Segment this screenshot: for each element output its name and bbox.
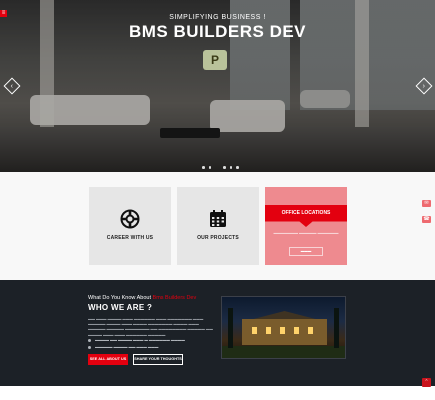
chevron-left-icon: ‹ — [10, 82, 14, 90]
office-locations-button[interactable]: ▬▬▬ — [289, 247, 323, 256]
calendar-icon — [210, 210, 226, 227]
slider-dots — [202, 166, 239, 169]
about-bullet-text: ▬▬▬▬ ▬▬ ▬▬▬▬ ▬▬▬ ▬ ▬▬▬▬▬▬ ▬▬▬▬ — [95, 338, 185, 342]
hero-tagline: SIMPLIFYING BUSINESS ! — [169, 14, 266, 21]
chevron-up-icon: ⌃ — [424, 379, 429, 385]
office-locations-description: ▬▬▬▬▬▬▬ ▬▬▬▬▬ ▬▬▬▬▬▬ — [273, 231, 339, 235]
service-card-label: OFFICE LOCATIONS — [281, 210, 331, 216]
slider-dot[interactable] — [229, 166, 232, 169]
slider-dot[interactable] — [202, 166, 205, 169]
about-body-text: ▬▬ ▬▬▬ ▬▬▬▬ ▬▬▬ ▬▬▬▬▬▬ ▬▬▬ ▬▬▬▬▬▬▬ ▬▬▬ ▬… — [88, 317, 213, 337]
slider-dot[interactable] — [223, 166, 226, 169]
back-to-top-button[interactable]: ⌃ — [422, 378, 431, 387]
photo-window-light — [266, 327, 271, 334]
service-card-career[interactable]: CAREER WITH US — [89, 187, 171, 265]
about-bullet: ▬▬▬▬▬ ▬▬▬▬ ▬▬ ▬▬▬ ▬▬▬ — [88, 345, 158, 349]
slider-dot[interactable] — [208, 166, 211, 169]
footer-bar — [0, 386, 435, 400]
mail-icon[interactable]: ✉ — [422, 200, 431, 207]
about-house-photo — [221, 296, 346, 359]
see-all-about-us-button[interactable]: SEE ALL ABOUT US — [88, 354, 128, 365]
brand-logo: P — [203, 50, 227, 70]
about-bullet-text: ▬▬▬▬▬ ▬▬▬▬ ▬▬ ▬▬▬ ▬▬▬ — [95, 345, 159, 349]
photo-lawn — [222, 346, 345, 358]
lifebuoy-icon — [120, 209, 140, 229]
office-locations-band: OFFICE LOCATIONS — [265, 205, 347, 227]
about-section: What Do You Know About Bms Builders Dev … — [0, 280, 435, 386]
hero-title: BMS BUILDERS DEV — [128, 22, 307, 41]
photo-window-light — [252, 327, 257, 334]
page: ≡ SIMPLIFYING BUSINESS ! BMS BUILDERS DE… — [0, 0, 435, 400]
photo-palm — [334, 308, 339, 348]
photo-window-light — [308, 327, 313, 334]
service-card-label: OUR PROJECTS — [197, 235, 239, 241]
service-card-office-locations[interactable]: OFFICE LOCATIONS ▬▬▬▬▬▬▬ ▬▬▬▬▬ ▬▬▬▬▬▬ ▬▬… — [265, 187, 347, 265]
service-card-label: CAREER WITH US — [106, 235, 154, 241]
dots-spacer — [215, 166, 219, 169]
bullet-dot-icon — [88, 338, 91, 342]
about-kicker-brand: Bms Builders Dev — [152, 295, 197, 301]
share-your-thoughts-button[interactable]: SHARE YOUR THOUGHTS — [133, 354, 183, 365]
services-section: CAREER WITH US OUR PROJECTS OFFICE LOCAT… — [0, 172, 435, 280]
phone-icon[interactable]: ☎ — [422, 216, 431, 223]
photo-window-light — [280, 327, 285, 334]
slider-dot[interactable] — [236, 166, 239, 169]
hero-slider: ≡ SIMPLIFYING BUSINESS ! BMS BUILDERS DE… — [0, 0, 435, 172]
photo-window-light — [294, 327, 299, 334]
chevron-right-icon: › — [422, 82, 426, 90]
photo-palm — [228, 308, 233, 348]
about-heading: WHO WE ARE ? — [88, 303, 153, 312]
bullet-dot-icon — [88, 345, 91, 349]
about-kicker-text: What Do You Know About — [88, 295, 151, 301]
about-kicker: What Do You Know About Bms Builders Dev — [88, 295, 196, 301]
about-bullet: ▬▬▬▬ ▬▬ ▬▬▬▬ ▬▬▬ ▬ ▬▬▬▬▬▬ ▬▬▬▬ — [88, 338, 185, 342]
service-card-projects[interactable]: OUR PROJECTS — [177, 187, 259, 265]
